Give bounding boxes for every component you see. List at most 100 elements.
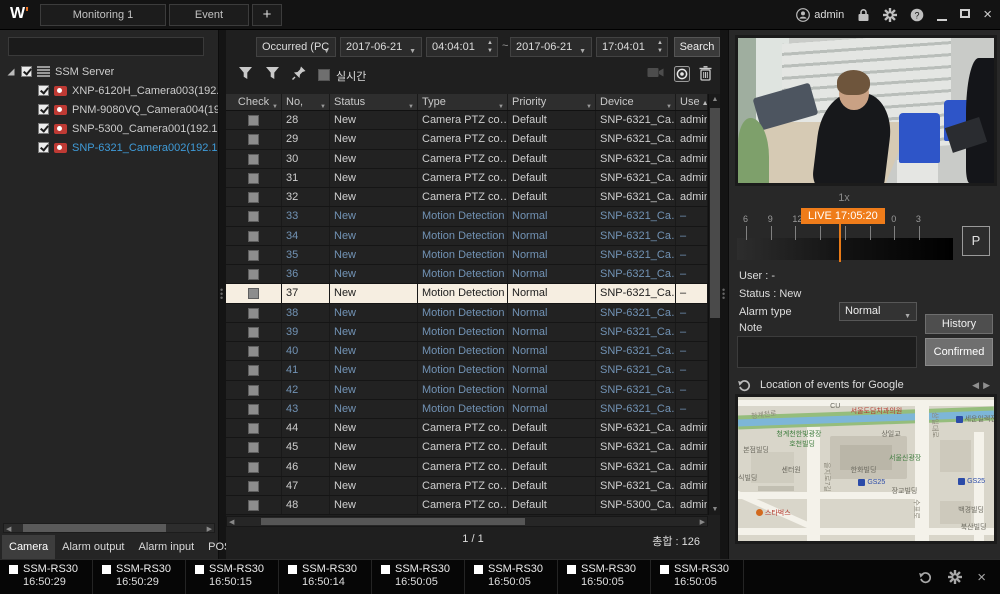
time-spinner-arrows[interactable]: ▲▼ — [655, 39, 665, 55]
event-notification-chip[interactable]: SSM-RS3016:50:05 — [651, 560, 744, 594]
record-icon[interactable] — [674, 66, 690, 82]
row-checkbox[interactable] — [248, 500, 259, 511]
scrollbar-thumb[interactable] — [261, 518, 525, 525]
timeline-bar[interactable] — [737, 238, 953, 260]
tree-node-camera-selected[interactable]: SNP-6321_Camera002(192.168. — [0, 138, 218, 157]
table-vertical-scrollbar[interactable]: ▲ ▼ — [708, 94, 720, 515]
location-nav-arrows[interactable]: ◀▶ — [972, 380, 994, 391]
pause-button[interactable]: P — [962, 226, 990, 256]
table-row[interactable]: 42NewMotion DetectionNormalSNP-6321_Ca…– — [226, 381, 708, 400]
row-check-cell[interactable] — [226, 130, 282, 148]
row-check-cell[interactable] — [226, 304, 282, 322]
from-time-spinner[interactable]: 04:04:01▲▼ — [426, 37, 498, 57]
tree-node-camera[interactable]: SNP-5300_Camera001(192.168. — [0, 119, 218, 138]
table-row[interactable]: 48NewCamera PTZ co…DefaultSNP-5300_Ca…ad… — [226, 496, 708, 515]
video-preview[interactable] — [735, 35, 997, 186]
note-textarea[interactable] — [737, 336, 917, 368]
row-check-cell[interactable] — [226, 246, 282, 264]
table-row[interactable]: 46NewCamera PTZ co…DefaultSNP-6321_Ca…ad… — [226, 458, 708, 477]
row-checkbox[interactable] — [248, 346, 259, 357]
scroll-up-arrow[interactable]: ▲ — [709, 96, 721, 103]
row-checkbox[interactable] — [248, 288, 259, 299]
tab-alarm-output[interactable]: Alarm output — [55, 535, 131, 559]
table-row[interactable]: 39NewMotion DetectionNormalSNP-6321_Ca…– — [226, 323, 708, 342]
row-check-cell[interactable] — [226, 400, 282, 418]
table-row[interactable]: 35NewMotion DetectionNormalSNP-6321_Ca…– — [226, 246, 708, 265]
scrollbar-thumb[interactable] — [23, 524, 166, 532]
column-header-check[interactable]: Check▼ — [226, 94, 282, 110]
event-notification-chip[interactable]: SSM-RS3016:50:05 — [372, 560, 465, 594]
camera-checkbox[interactable] — [38, 104, 49, 115]
event-notification-chip[interactable]: SSM-RS3016:50:15 — [186, 560, 279, 594]
scroll-left-arrow[interactable]: ◀ — [229, 518, 234, 526]
row-checkbox[interactable] — [248, 269, 259, 280]
lock-icon[interactable] — [857, 8, 870, 22]
add-tab-button[interactable]: + — [252, 4, 282, 26]
row-checkbox[interactable] — [248, 154, 259, 165]
row-check-cell[interactable] — [226, 284, 282, 302]
table-row[interactable]: 43NewMotion DetectionNormalSNP-6321_Ca…– — [226, 400, 708, 419]
right-splitter-handle[interactable]: ••• — [722, 288, 726, 300]
to-date-picker[interactable]: ▼2017-06-21 — [510, 37, 592, 57]
event-notification-chip[interactable]: SSM-RS3016:50:29 — [0, 560, 93, 594]
table-row[interactable]: 33NewMotion DetectionNormalSNP-6321_Ca…– — [226, 207, 708, 226]
row-check-cell[interactable] — [226, 227, 282, 245]
row-checkbox[interactable] — [248, 211, 259, 222]
history-button[interactable]: History — [925, 314, 993, 334]
alarm-type-select[interactable]: ▼Normal — [839, 302, 917, 321]
time-spinner-arrows[interactable]: ▲▼ — [485, 39, 495, 55]
settings-gear-icon[interactable] — [948, 570, 962, 584]
row-check-cell[interactable] — [226, 458, 282, 476]
table-row[interactable]: 45NewCamera PTZ co…DefaultSNP-6321_Ca…ad… — [226, 438, 708, 457]
column-header-priority[interactable]: Priority▼ — [508, 94, 596, 110]
row-check-cell[interactable] — [226, 381, 282, 399]
table-row[interactable]: 36NewMotion DetectionNormalSNP-6321_Ca…– — [226, 265, 708, 284]
table-row[interactable]: 29NewCamera PTZ co…DefaultSNP-6321_Ca…ad… — [226, 130, 708, 149]
row-checkbox[interactable] — [248, 134, 259, 145]
event-notification-chip[interactable]: SSM-RS3016:50:14 — [279, 560, 372, 594]
to-time-spinner[interactable]: 17:04:01▲▼ — [596, 37, 668, 57]
server-checkbox[interactable] — [21, 66, 32, 77]
camera-checkbox[interactable] — [38, 85, 49, 96]
timeline[interactable]: 691215182103 LIVE 17:05:20 — [737, 208, 953, 264]
row-check-cell[interactable] — [226, 496, 282, 514]
row-check-cell[interactable] — [226, 477, 282, 495]
camera-checkbox[interactable] — [38, 142, 49, 153]
close-icon[interactable]: × — [977, 569, 986, 586]
row-checkbox[interactable] — [248, 404, 259, 415]
tree-node-camera[interactable]: XNP-6120H_Camera003(192.16 — [0, 81, 218, 100]
tree-expand-icon[interactable] — [8, 68, 15, 75]
filter-icon[interactable]: ▼ — [408, 99, 414, 110]
table-row[interactable]: 38NewMotion DetectionNormalSNP-6321_Ca…– — [226, 304, 708, 323]
tab-camera[interactable]: Camera — [2, 535, 55, 559]
delete-trash-icon[interactable] — [699, 66, 712, 81]
table-row[interactable]: 37NewMotion DetectionNormalSNP-6321_Ca…– — [226, 284, 708, 303]
row-checkbox[interactable] — [248, 385, 259, 396]
event-notification-chip[interactable]: SSM-RS3016:50:05 — [558, 560, 651, 594]
table-row[interactable]: 34NewMotion DetectionNormalSNP-6321_Ca…– — [226, 227, 708, 246]
row-checkbox[interactable] — [248, 308, 259, 319]
table-row[interactable]: 40NewMotion DetectionNormalSNP-6321_Ca…– — [226, 342, 708, 361]
row-checkbox[interactable] — [248, 231, 259, 242]
refresh-icon[interactable] — [918, 570, 933, 585]
filter-icon[interactable]: ▼ — [498, 99, 504, 110]
filter-icon[interactable]: ▼ — [586, 99, 592, 110]
row-checkbox[interactable] — [248, 115, 259, 126]
filter-icon[interactable]: ▼ — [666, 99, 672, 110]
table-row[interactable]: 32NewCamera PTZ co…DefaultSNP-6321_Ca…ad… — [226, 188, 708, 207]
scroll-right-arrow[interactable]: ▶ — [207, 525, 212, 533]
minimize-button[interactable] — [937, 9, 947, 21]
timeline-playhead[interactable] — [839, 224, 841, 262]
column-header-user[interactable]: Use▲ — [676, 94, 708, 110]
scroll-down-arrow[interactable]: ▼ — [709, 506, 721, 513]
help-icon[interactable]: ? — [910, 8, 924, 22]
user-menu[interactable]: admin — [796, 8, 844, 22]
table-row[interactable]: 31NewCamera PTZ co…DefaultSNP-6321_Ca…ad… — [226, 169, 708, 188]
from-date-picker[interactable]: ▼2017-06-21 — [340, 37, 422, 57]
tab-monitoring-1[interactable]: Monitoring 1 — [40, 4, 166, 26]
table-row[interactable]: 44NewCamera PTZ co…DefaultSNP-6321_Ca…ad… — [226, 419, 708, 438]
tree-node-camera[interactable]: PNM-9080VQ_Camera004(192. — [0, 100, 218, 119]
search-field-selector[interactable]: ▼Occurred (PC — [256, 37, 336, 57]
tree-horizontal-scrollbar[interactable]: ◀ ▶ — [3, 523, 215, 533]
row-check-cell[interactable] — [226, 150, 282, 168]
